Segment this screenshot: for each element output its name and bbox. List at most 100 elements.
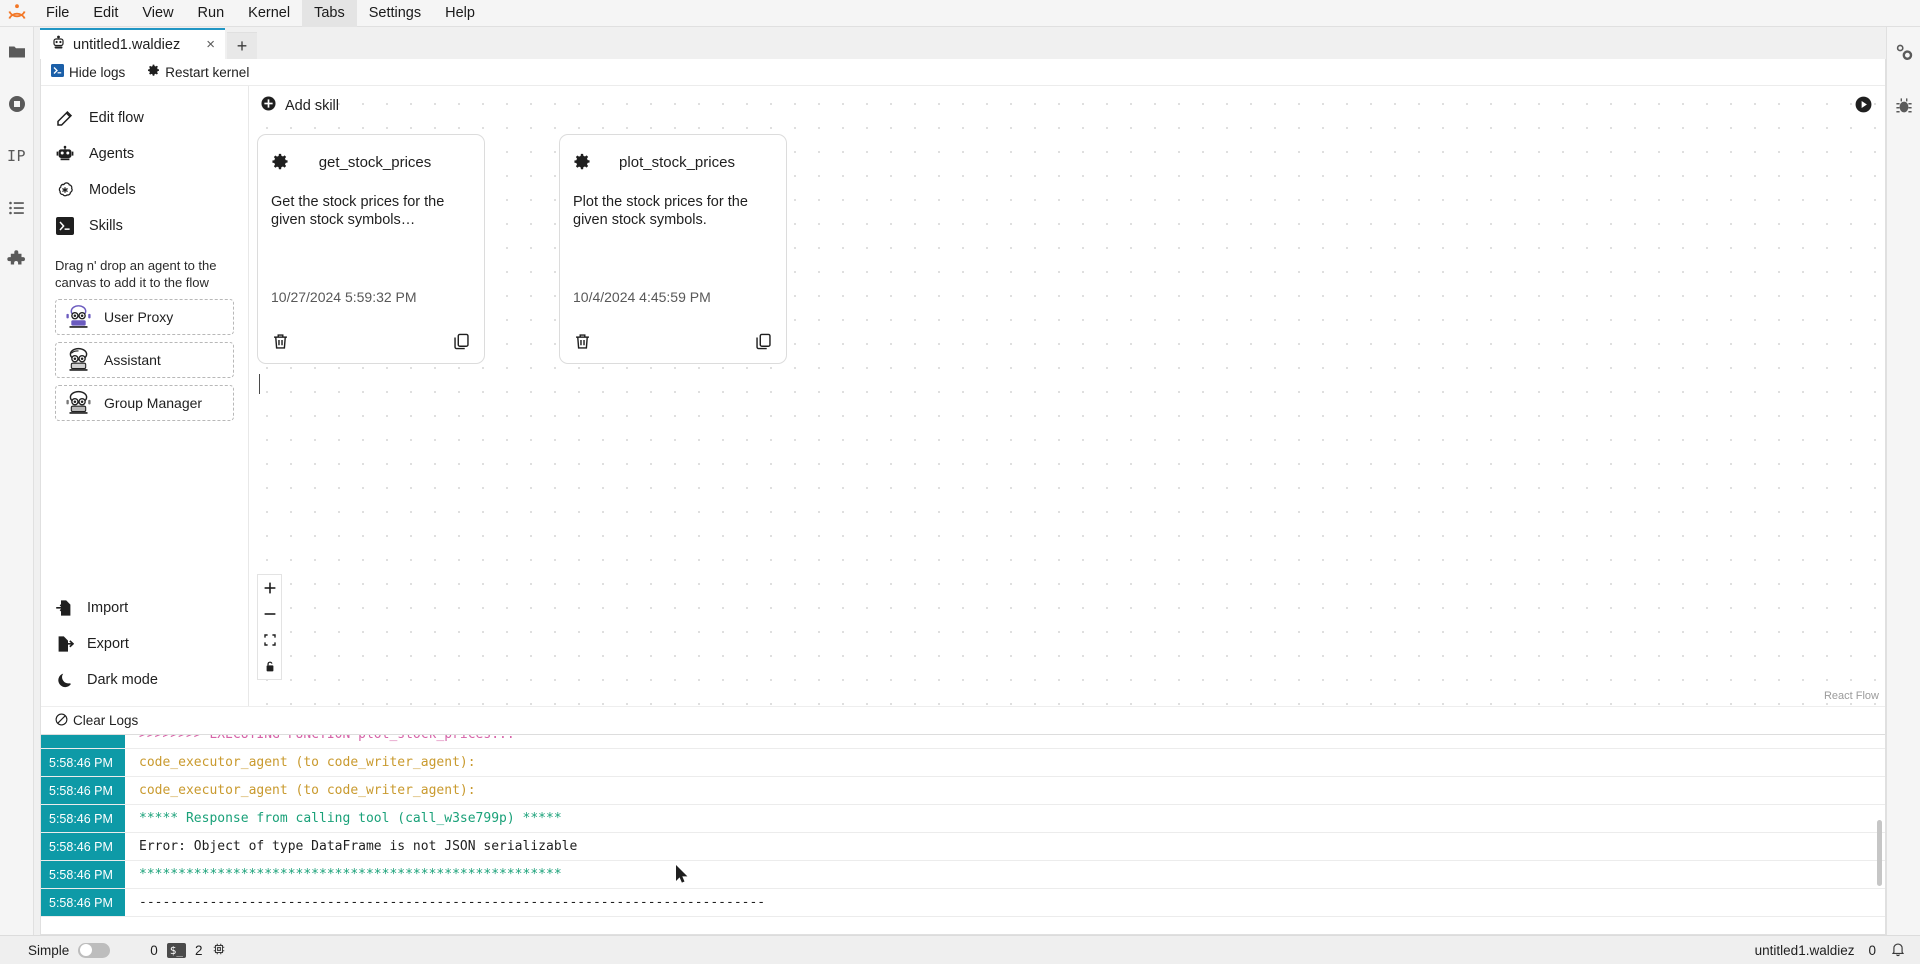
log-timestamp: 5:58:46 PM xyxy=(41,777,125,804)
add-skill-label: Add skill xyxy=(285,97,339,114)
fit-view-button[interactable] xyxy=(257,627,282,653)
sidebar-item-import[interactable]: Import xyxy=(55,590,248,626)
sidebar-item-agents[interactable]: Agents xyxy=(55,136,248,172)
flow-canvas[interactable]: Add skill get_stock_prices Get the stock … xyxy=(249,86,1885,706)
property-inspector-icon[interactable] xyxy=(1891,39,1917,65)
skill-card[interactable]: get_stock_prices Get the stock prices for… xyxy=(257,134,485,364)
skill-card[interactable]: plot_stock_prices Plot the stock prices f… xyxy=(559,134,787,364)
log-row: 5:58:46 PM code_executor_agent (to code_w… xyxy=(41,777,1885,805)
agent-chip-label: Group Manager xyxy=(104,395,203,412)
sidebar-item-label: Import xyxy=(87,600,129,616)
folder-icon[interactable] xyxy=(4,39,30,65)
new-tab-button[interactable]: + xyxy=(226,32,257,59)
right-sidebar-rail xyxy=(1886,27,1920,935)
notifications-count: 0 xyxy=(1868,942,1876,958)
terminal-badge-icon[interactable]: $_ xyxy=(166,942,187,958)
skill-card-timestamp: 10/4/2024 4:45:59 PM xyxy=(573,289,711,305)
sidebar-item-dark-mode[interactable]: Dark mode xyxy=(55,662,248,698)
moon-icon xyxy=(55,670,75,690)
menu-item-help[interactable]: Help xyxy=(433,0,487,27)
openai-icon xyxy=(55,180,75,200)
log-row: 5:58:46 PM ------------------------------… xyxy=(41,889,1885,917)
close-icon[interactable]: × xyxy=(206,37,215,52)
menu-item-tabs[interactable]: Tabs xyxy=(302,0,357,27)
log-row: 5:58:46 PM ***** Response from calling to… xyxy=(41,805,1885,833)
terminals-count[interactable]: 0 xyxy=(150,943,158,958)
trash-icon[interactable] xyxy=(573,332,592,351)
tab-untitled1-waldiez[interactable]: untitled1.waldiez × xyxy=(40,28,225,59)
logs-table[interactable]: 5:58:46 PM>>>>>>>> EXECUTING FUNCTION pl… xyxy=(41,734,1885,934)
zoom-out-button[interactable] xyxy=(257,601,282,627)
sidebar-item-edit-flow[interactable]: Edit flow xyxy=(55,100,248,136)
menu-item-kernel[interactable]: Kernel xyxy=(236,0,302,27)
play-icon[interactable] xyxy=(1855,96,1873,114)
sidebar-item-label: Dark mode xyxy=(87,672,158,688)
tab-bar: untitled1.waldiez × + xyxy=(40,27,1886,59)
group-manager-avatar xyxy=(65,390,92,417)
restart-kernel-button[interactable]: Restart kernel xyxy=(147,64,249,80)
menu-item-edit[interactable]: Edit xyxy=(81,0,130,27)
extension-manager-icon[interactable] xyxy=(4,247,30,273)
copy-icon[interactable] xyxy=(754,332,773,351)
left-sidebar-rail: IP xyxy=(0,27,34,935)
table-of-contents-icon[interactable] xyxy=(4,195,30,221)
flow-controls xyxy=(257,574,282,680)
skill-card-timestamp: 10/27/2024 5:59:32 PM xyxy=(271,289,417,305)
sidebar-item-models[interactable]: Models xyxy=(55,172,248,208)
waldiez-document: Hide logs Restart kernel Edit flow Agent… xyxy=(40,59,1886,935)
sidebar-item-label: Edit flow xyxy=(89,110,144,126)
log-message: code_executor_agent (to code_writer_agen… xyxy=(125,777,1885,804)
agent-chip-group-manager[interactable]: Group Manager xyxy=(55,385,234,422)
status-bar-right: untitled1.waldiez 0 xyxy=(1755,941,1906,960)
debugger-icon[interactable] xyxy=(1891,93,1917,119)
bell-icon[interactable] xyxy=(1890,941,1906,960)
sidebar-item-label: Skills xyxy=(89,218,123,234)
gear-icon[interactable] xyxy=(573,153,591,171)
lock-button[interactable] xyxy=(257,653,282,679)
gear-icon[interactable] xyxy=(271,153,289,171)
sidebar-item-export[interactable]: Export xyxy=(55,626,248,662)
log-row: 5:58:46 PM>>>>>>>> EXECUTING FUNCTION pl… xyxy=(41,735,1885,749)
flow-sidebar-bottom: Import Export Dark mode xyxy=(41,590,248,698)
assistant-avatar xyxy=(65,347,92,374)
hide-logs-button[interactable]: Hide logs xyxy=(51,64,125,80)
kernels-count[interactable]: 2 xyxy=(195,943,203,958)
clear-logs-button[interactable]: Clear Logs xyxy=(41,706,1885,734)
no-entry-icon xyxy=(55,713,68,729)
simple-mode-toggle-group[interactable]: Simple xyxy=(28,942,111,958)
menu-items: File Edit View Run Kernel Tabs Settings Help xyxy=(34,0,487,27)
sidebar-item-skills[interactable]: Skills xyxy=(55,208,248,244)
zoom-in-button[interactable] xyxy=(257,575,282,601)
simple-mode-toggle[interactable] xyxy=(78,942,111,958)
cpu-icon[interactable] xyxy=(212,942,226,959)
agent-chip-assistant[interactable]: Assistant xyxy=(55,342,234,379)
jupyterlab-window: File Edit View Run Kernel Tabs Settings Help IP xyxy=(0,0,1920,964)
menu-item-file[interactable]: File xyxy=(34,0,81,27)
status-filename: untitled1.waldiez xyxy=(1754,942,1855,958)
copy-icon[interactable] xyxy=(452,332,471,351)
running-terminals-icon[interactable] xyxy=(4,91,30,117)
agent-chip-user-proxy[interactable]: User Proxy xyxy=(55,299,234,336)
menu-item-run[interactable]: Run xyxy=(186,0,237,27)
agent-palette: User Proxy Assistant Group Manager xyxy=(41,299,248,422)
menu-item-view[interactable]: View xyxy=(130,0,185,27)
log-message: code_executor_agent (to code_writer_agen… xyxy=(125,749,1885,776)
log-message: ****************************************… xyxy=(125,861,1885,888)
tab-label: untitled1.waldiez xyxy=(73,36,181,53)
flow-sidebar: Edit flow Agents Models Skills Drag n' drop… xyxy=(41,86,249,706)
sidebar-item-label: Models xyxy=(89,182,136,198)
gear-icon xyxy=(147,64,160,80)
ip-command-palette-icon[interactable]: IP xyxy=(4,143,30,169)
logs-scrollbar[interactable] xyxy=(1877,820,1882,886)
add-skill-button[interactable]: Add skill xyxy=(261,96,339,115)
terminal-icon xyxy=(51,64,64,80)
trash-icon[interactable] xyxy=(271,332,290,351)
skill-card-title: get_stock_prices xyxy=(318,153,432,171)
log-row: 5:58:46 PM ******************************… xyxy=(41,861,1885,889)
react-flow-attribution[interactable]: React Flow xyxy=(1824,690,1879,702)
log-timestamp: 5:58:46 PM xyxy=(41,749,125,776)
text-caret xyxy=(259,374,260,394)
menu-item-settings[interactable]: Settings xyxy=(357,0,433,27)
drag-drop-hint: Drag n' drop an agent to the canvas to a… xyxy=(55,258,217,290)
jupyter-logo-icon xyxy=(0,0,34,27)
